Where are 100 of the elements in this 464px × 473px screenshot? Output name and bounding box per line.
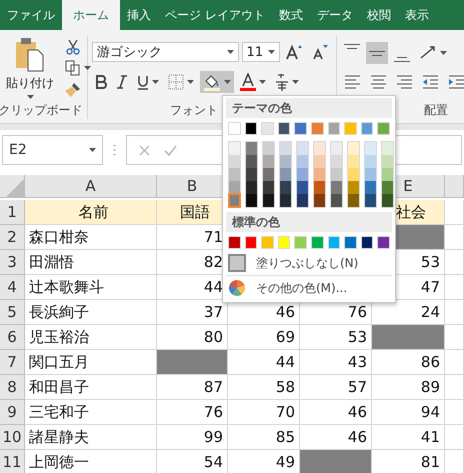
color-swatch[interactable] xyxy=(280,142,291,155)
name-box[interactable]: E2 xyxy=(2,135,103,165)
color-swatch[interactable] xyxy=(229,194,240,207)
row-header[interactable]: 6 xyxy=(0,325,25,350)
color-swatch[interactable] xyxy=(280,194,291,207)
color-swatch[interactable] xyxy=(228,122,241,135)
color-swatch[interactable] xyxy=(331,142,342,155)
color-swatch[interactable] xyxy=(263,155,274,168)
row-header[interactable]: 8 xyxy=(0,375,25,400)
color-swatch[interactable] xyxy=(365,194,376,207)
color-swatch[interactable] xyxy=(261,236,274,249)
color-swatch[interactable] xyxy=(244,122,258,135)
ribbon-tab[interactable]: ページ レイアウト xyxy=(158,0,272,30)
ribbon-tab[interactable]: 挿入 xyxy=(120,0,158,30)
color-swatch[interactable] xyxy=(348,168,359,181)
ribbon-tab[interactable]: 数式 xyxy=(272,0,310,30)
color-swatch[interactable] xyxy=(377,236,390,249)
ribbon-tab[interactable]: ホーム xyxy=(62,0,120,30)
color-swatch[interactable] xyxy=(263,168,274,181)
row-header[interactable]: 9 xyxy=(0,400,25,425)
color-swatch[interactable] xyxy=(246,181,257,194)
color-swatch[interactable] xyxy=(377,122,390,135)
color-swatch[interactable] xyxy=(331,181,342,194)
ribbon-tab[interactable]: 表示 xyxy=(398,0,436,30)
color-swatch[interactable] xyxy=(348,181,359,194)
color-swatch[interactable] xyxy=(297,155,308,168)
color-swatch[interactable] xyxy=(297,142,308,155)
color-swatch[interactable] xyxy=(331,194,342,207)
ribbon-tab[interactable]: ファイル xyxy=(0,0,62,30)
color-swatch[interactable] xyxy=(278,122,290,135)
color-swatch[interactable] xyxy=(328,236,340,249)
color-swatch[interactable] xyxy=(244,236,258,249)
color-swatch[interactable] xyxy=(365,168,376,181)
color-swatch[interactable] xyxy=(297,181,308,194)
row-header[interactable]: 4 xyxy=(0,275,25,300)
column-header[interactable] xyxy=(445,175,464,198)
color-swatch[interactable] xyxy=(246,155,257,168)
cancel-icon[interactable] xyxy=(139,144,150,156)
color-swatch[interactable] xyxy=(382,155,393,168)
paste-button[interactable]: 貼り付け xyxy=(4,36,56,101)
color-swatch[interactable] xyxy=(294,122,307,135)
color-swatch[interactable] xyxy=(314,155,325,168)
check-icon[interactable] xyxy=(164,144,177,156)
color-swatch[interactable] xyxy=(261,122,274,135)
color-swatch[interactable] xyxy=(344,122,357,135)
color-swatch[interactable] xyxy=(314,168,325,181)
fill-color-button[interactable] xyxy=(200,71,234,93)
color-swatch[interactable] xyxy=(365,142,376,155)
font-size-field[interactable]: 11 xyxy=(242,42,280,62)
row-header[interactable]: 10 xyxy=(0,425,25,450)
row-header[interactable]: 2 xyxy=(0,225,25,250)
select-all-corner[interactable] xyxy=(0,175,25,198)
color-swatch[interactable] xyxy=(294,236,307,249)
color-swatch[interactable] xyxy=(246,142,257,155)
row-header[interactable]: 5 xyxy=(0,300,25,325)
color-swatch[interactable] xyxy=(382,142,393,155)
color-swatch[interactable] xyxy=(348,155,359,168)
font-color-button[interactable] xyxy=(237,71,269,93)
color-swatch[interactable] xyxy=(328,122,340,135)
color-swatch[interactable] xyxy=(382,168,393,181)
ribbon-tab[interactable]: データ xyxy=(310,0,360,30)
color-swatch[interactable] xyxy=(229,181,240,194)
color-swatch[interactable] xyxy=(229,155,240,168)
color-swatch[interactable] xyxy=(229,142,240,155)
color-swatch[interactable] xyxy=(297,168,308,181)
color-swatch[interactable] xyxy=(365,181,376,194)
color-swatch[interactable] xyxy=(263,142,274,155)
row-header[interactable]: 3 xyxy=(0,250,25,275)
color-swatch[interactable] xyxy=(314,142,325,155)
color-swatch[interactable] xyxy=(382,181,393,194)
color-swatch[interactable] xyxy=(263,181,274,194)
column-header[interactable]: A xyxy=(25,175,157,198)
color-swatch[interactable] xyxy=(263,194,274,207)
ribbon-tab[interactable]: 校閲 xyxy=(360,0,398,30)
color-swatch[interactable] xyxy=(278,236,290,249)
row-header[interactable]: 1 xyxy=(0,200,25,225)
more-colors-item[interactable]: その他の色(M)... xyxy=(226,278,392,298)
row-header[interactable]: 11 xyxy=(0,450,25,473)
color-swatch[interactable] xyxy=(348,194,359,207)
color-swatch[interactable] xyxy=(331,155,342,168)
color-swatch[interactable] xyxy=(228,236,241,249)
color-swatch[interactable] xyxy=(344,236,357,249)
color-swatch[interactable] xyxy=(280,155,291,168)
color-swatch[interactable] xyxy=(280,181,291,194)
no-fill-item[interactable]: 塗りつぶしなし(N) xyxy=(226,253,392,273)
color-swatch[interactable] xyxy=(360,236,374,249)
row-header[interactable]: 7 xyxy=(0,350,25,375)
color-swatch[interactable] xyxy=(246,194,257,207)
color-swatch[interactable] xyxy=(331,168,342,181)
color-swatch[interactable] xyxy=(314,194,325,207)
color-swatch[interactable] xyxy=(229,168,240,181)
color-swatch[interactable] xyxy=(314,181,325,194)
color-swatch[interactable] xyxy=(310,122,324,135)
color-swatch[interactable] xyxy=(310,236,324,249)
align-middle-button[interactable] xyxy=(366,42,388,64)
color-swatch[interactable] xyxy=(348,142,359,155)
color-swatch[interactable] xyxy=(297,194,308,207)
color-swatch[interactable] xyxy=(246,168,257,181)
color-swatch[interactable] xyxy=(382,194,393,207)
font-name-field[interactable]: 游ゴシック xyxy=(92,42,239,62)
